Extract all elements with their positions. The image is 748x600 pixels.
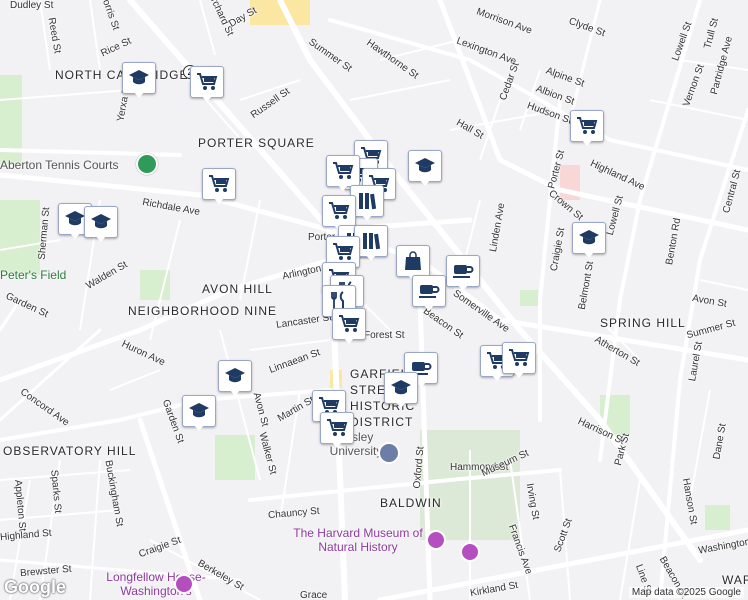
neighborhood-label: SPRING HILL bbox=[600, 316, 686, 330]
marker-pointer bbox=[365, 254, 377, 261]
cart-icon bbox=[322, 195, 356, 227]
marker-pointer bbox=[513, 371, 525, 378]
cart-icon bbox=[190, 66, 224, 98]
school-icon bbox=[182, 395, 216, 427]
poi-label: Grace bbox=[300, 590, 328, 600]
marker-pointer bbox=[583, 251, 595, 258]
marker-pointer bbox=[201, 95, 213, 102]
cart-icon bbox=[320, 412, 354, 444]
school-marker[interactable] bbox=[384, 372, 418, 408]
neighborhood-label: BALDWIN bbox=[380, 496, 442, 510]
university-icon bbox=[378, 442, 400, 464]
school-icon bbox=[122, 62, 156, 94]
map-attribution[interactable]: Map data ©2025 Google bbox=[628, 587, 744, 598]
park-icon bbox=[136, 153, 158, 175]
school-marker[interactable] bbox=[572, 222, 606, 258]
cart-icon bbox=[502, 342, 536, 374]
marker-pointer bbox=[95, 235, 107, 242]
grocery-marker[interactable] bbox=[332, 308, 366, 344]
neighborhood-label: NEIGHBORHOOD NINE bbox=[128, 304, 278, 318]
marker-pointer bbox=[213, 197, 225, 204]
bag-icon bbox=[396, 245, 430, 277]
museum-icon bbox=[426, 530, 446, 550]
school-icon bbox=[218, 360, 252, 392]
school-icon bbox=[384, 372, 418, 404]
marker-pointer bbox=[331, 441, 343, 448]
neighborhood-label: OBSERVATORY HILL bbox=[3, 444, 137, 458]
marker-pointer bbox=[229, 389, 241, 396]
marker-pointer bbox=[423, 304, 435, 311]
museum-icon bbox=[174, 574, 194, 594]
marker-pointer bbox=[343, 337, 355, 344]
cart-icon bbox=[570, 110, 604, 142]
school-icon bbox=[572, 222, 606, 254]
poi-label[interactable]: Peter's Field bbox=[0, 268, 66, 282]
marker-pointer bbox=[419, 179, 431, 186]
google-logo: Google bbox=[4, 577, 66, 597]
marker-pointer bbox=[361, 214, 373, 221]
marker-pointer bbox=[457, 284, 469, 291]
school-marker[interactable] bbox=[408, 150, 442, 186]
neighborhood-label: WAR bbox=[722, 573, 748, 587]
cart-icon bbox=[332, 308, 366, 340]
school-marker[interactable] bbox=[84, 206, 118, 242]
grocery-marker[interactable] bbox=[320, 412, 354, 448]
marker-pointer bbox=[581, 139, 593, 146]
park-area bbox=[0, 200, 40, 275]
marker-pointer bbox=[193, 424, 205, 431]
neighborhood-label: AVON HILL bbox=[202, 282, 273, 296]
school-icon bbox=[408, 150, 442, 182]
map-canvas[interactable]: NORTH CAMBRIDGE PORTER SQUARE AVON HILL … bbox=[0, 0, 748, 600]
school-icon bbox=[84, 206, 118, 238]
school-marker[interactable] bbox=[182, 395, 216, 431]
grocery-marker[interactable] bbox=[190, 66, 224, 102]
grocery-marker[interactable] bbox=[570, 110, 604, 146]
school-marker[interactable] bbox=[218, 360, 252, 396]
street-label: Forest St bbox=[364, 330, 405, 341]
marker-pointer bbox=[133, 91, 145, 98]
marker-pointer bbox=[69, 232, 81, 239]
street-label: Dudley St bbox=[10, 0, 54, 11]
school-marker[interactable] bbox=[122, 62, 156, 98]
neighborhood-label: PORTER SQUARE bbox=[198, 136, 315, 150]
museum-icon bbox=[460, 542, 480, 562]
marker-pointer bbox=[395, 401, 407, 408]
cart-icon bbox=[202, 168, 236, 200]
grocery-marker[interactable] bbox=[502, 342, 536, 378]
cafe-marker[interactable] bbox=[446, 255, 480, 291]
cafe-icon bbox=[412, 275, 446, 307]
cafe-marker[interactable] bbox=[412, 275, 446, 311]
grocery-marker[interactable] bbox=[202, 168, 236, 204]
poi-label[interactable]: The Harvard Museum of Natural History bbox=[288, 526, 428, 554]
marker-pointer bbox=[337, 184, 349, 191]
poi-label[interactable]: Aberton Tennis Courts bbox=[0, 158, 119, 172]
cart-icon bbox=[326, 155, 360, 187]
poi-label[interactable]: Longfellow House-Washington's bbox=[86, 570, 226, 598]
park-area bbox=[520, 290, 538, 306]
cafe-icon bbox=[446, 255, 480, 287]
park-area bbox=[705, 505, 730, 530]
